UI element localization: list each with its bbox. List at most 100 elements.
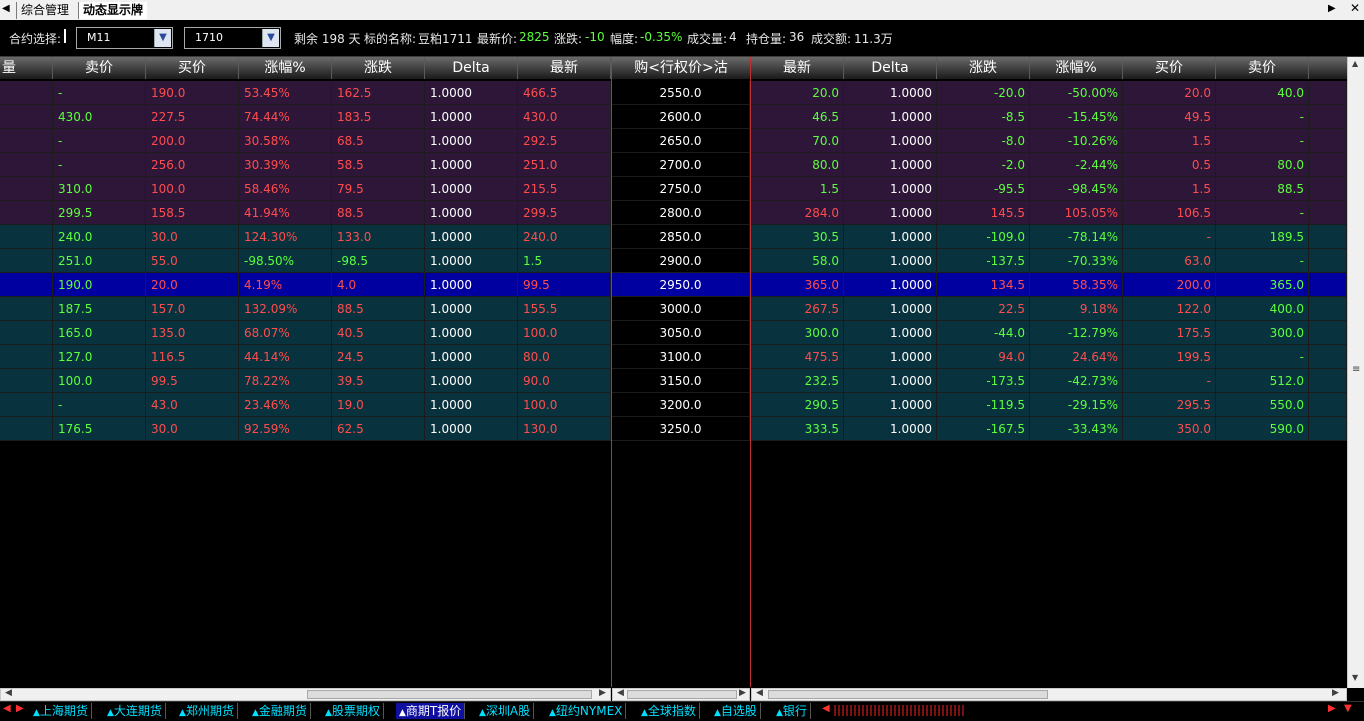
put-ask-cell[interactable]: -	[1216, 249, 1309, 273]
call-chg-cell[interactable]: 58.5	[332, 153, 425, 177]
market-tab[interactable]: ▲郑州期货	[176, 703, 238, 719]
header-delta[interactable]: Delta	[425, 57, 518, 79]
call-volume-cell[interactable]	[0, 249, 53, 273]
strike-cell[interactable]: 2750.0	[612, 177, 750, 201]
call-delta-cell[interactable]: 1.0000	[425, 177, 518, 201]
put-last-cell[interactable]: 284.0	[751, 201, 844, 225]
call-ask-cell[interactable]: 310.0	[53, 177, 146, 201]
call-bid-cell[interactable]: 158.5	[146, 201, 239, 225]
put-last-cell[interactable]: 475.5	[751, 345, 844, 369]
call-delta-cell[interactable]: 1.0000	[425, 249, 518, 273]
call-last-cell[interactable]: 155.5	[518, 297, 611, 321]
call-bid-cell[interactable]: 99.5	[146, 369, 239, 393]
call-pct-cell[interactable]: 30.58%	[239, 129, 332, 153]
put-delta-cell[interactable]: 1.0000	[844, 249, 937, 273]
call-hscroll-thumb[interactable]	[307, 690, 592, 699]
put-delta-cell[interactable]: 1.0000	[844, 105, 937, 129]
call-pct-cell[interactable]: 4.19%	[239, 273, 332, 297]
put-pct-cell[interactable]: -50.00%	[1030, 81, 1123, 105]
call-bid-cell[interactable]: 135.0	[146, 321, 239, 345]
call-ask-cell[interactable]: 299.5	[53, 201, 146, 225]
put-pct-cell[interactable]: 24.64%	[1030, 345, 1123, 369]
put-chg-cell[interactable]: 145.5	[937, 201, 1030, 225]
call-chg-cell[interactable]: 24.5	[332, 345, 425, 369]
call-ask-cell[interactable]: -	[53, 153, 146, 177]
put-last-cell[interactable]: 300.0	[751, 321, 844, 345]
put-bid-cell[interactable]: 122.0	[1123, 297, 1216, 321]
put-delta-cell[interactable]: 1.0000	[844, 417, 937, 441]
call-volume-cell[interactable]	[0, 129, 53, 153]
put-chg-cell[interactable]: -2.0	[937, 153, 1030, 177]
scroll-right-icon[interactable]: ▶	[1332, 688, 1339, 698]
put-last-cell[interactable]: 232.5	[751, 369, 844, 393]
put-pct-cell[interactable]: -70.33%	[1030, 249, 1123, 273]
put-extra-cell[interactable]	[1309, 369, 1347, 393]
put-delta-cell[interactable]: 1.0000	[844, 81, 937, 105]
call-bid-cell[interactable]: 55.0	[146, 249, 239, 273]
call-last-cell[interactable]: 240.0	[518, 225, 611, 249]
put-chg-cell[interactable]: -119.5	[937, 393, 1030, 417]
market-tab[interactable]: ▲银行	[773, 703, 811, 719]
put-bid-cell[interactable]: 106.5	[1123, 201, 1216, 225]
put-extra-cell[interactable]	[1309, 225, 1347, 249]
put-bid-cell[interactable]: -	[1123, 225, 1216, 249]
call-volume-cell[interactable]	[0, 345, 53, 369]
call-volume-cell[interactable]	[0, 81, 53, 105]
call-chg-cell[interactable]: -98.5	[332, 249, 425, 273]
put-last-cell[interactable]: 1.5	[751, 177, 844, 201]
call-bid-cell[interactable]: 116.5	[146, 345, 239, 369]
call-last-cell[interactable]: 99.5	[518, 273, 611, 297]
put-ask-cell[interactable]: -	[1216, 345, 1309, 369]
strike-cell[interactable]: 3050.0	[612, 321, 750, 345]
put-delta-cell[interactable]: 1.0000	[844, 177, 937, 201]
put-extra-cell[interactable]	[1309, 153, 1347, 177]
put-extra-cell[interactable]	[1309, 177, 1347, 201]
call-delta-cell[interactable]: 1.0000	[425, 321, 518, 345]
call-delta-cell[interactable]: 1.0000	[425, 297, 518, 321]
call-chg-cell[interactable]: 79.5	[332, 177, 425, 201]
put-bid-cell[interactable]: 295.5	[1123, 393, 1216, 417]
header-put-change[interactable]: 涨跌	[937, 57, 1030, 79]
scroll-down-icon[interactable]: ▼	[1352, 673, 1358, 682]
call-chg-cell[interactable]: 183.5	[332, 105, 425, 129]
header-change[interactable]: 涨跌	[332, 57, 425, 79]
put-pct-cell[interactable]: -29.15%	[1030, 393, 1123, 417]
strike-cell[interactable]: 2900.0	[612, 249, 750, 273]
strike-cell[interactable]: 3150.0	[612, 369, 750, 393]
put-last-cell[interactable]: 30.5	[751, 225, 844, 249]
chevron-down-icon[interactable]: ▼	[154, 29, 171, 47]
ticker-end-icon[interactable]: ▼	[1344, 703, 1352, 714]
call-delta-cell[interactable]: 1.0000	[425, 273, 518, 297]
call-delta-cell[interactable]: 1.0000	[425, 417, 518, 441]
market-tab[interactable]: ▲深圳A股	[476, 703, 535, 719]
tab-dynamic-board[interactable]: 动态显示牌	[78, 2, 148, 19]
call-pct-cell[interactable]: 68.07%	[239, 321, 332, 345]
market-scroll-right-icon[interactable]: ▶	[16, 703, 24, 714]
header-last[interactable]: 最新	[518, 57, 611, 79]
put-extra-cell[interactable]	[1309, 81, 1347, 105]
put-delta-cell[interactable]: 1.0000	[844, 321, 937, 345]
put-last-cell[interactable]: 80.0	[751, 153, 844, 177]
scroll-right-icon[interactable]: ▶	[739, 688, 746, 698]
put-delta-cell[interactable]: 1.0000	[844, 369, 937, 393]
put-ask-cell[interactable]: 40.0	[1216, 81, 1309, 105]
put-ask-cell[interactable]: -	[1216, 129, 1309, 153]
call-pct-cell[interactable]: 30.39%	[239, 153, 332, 177]
call-ask-cell[interactable]: -	[53, 393, 146, 417]
put-chg-cell[interactable]: 134.5	[937, 273, 1030, 297]
put-last-cell[interactable]: 46.5	[751, 105, 844, 129]
market-tab[interactable]: ▲金融期货	[249, 703, 311, 719]
scroll-up-icon[interactable]: ▲	[1352, 59, 1358, 68]
strike-cell[interactable]: 3200.0	[612, 393, 750, 417]
ticker-left-icon[interactable]: ◀	[822, 703, 830, 714]
call-pct-cell[interactable]: 58.46%	[239, 177, 332, 201]
call-pct-cell[interactable]: -98.50%	[239, 249, 332, 273]
put-ask-cell[interactable]: 189.5	[1216, 225, 1309, 249]
put-delta-cell[interactable]: 1.0000	[844, 345, 937, 369]
call-pct-cell[interactable]: 23.46%	[239, 393, 332, 417]
put-ask-cell[interactable]: 365.0	[1216, 273, 1309, 297]
call-delta-cell[interactable]: 1.0000	[425, 225, 518, 249]
call-pct-cell[interactable]: 44.14%	[239, 345, 332, 369]
call-ask-cell[interactable]: -	[53, 129, 146, 153]
put-ask-cell[interactable]: 88.5	[1216, 177, 1309, 201]
